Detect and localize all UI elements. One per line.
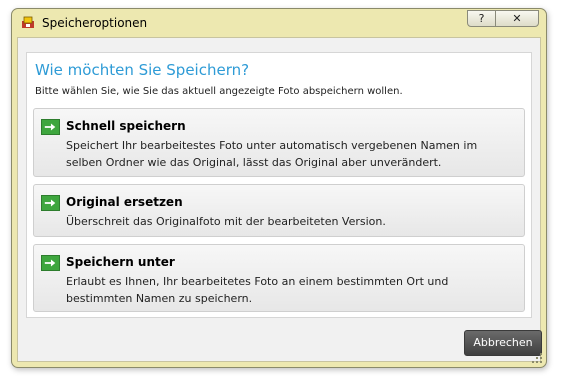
dialog-heading: Wie möchten Sie Speichern? (35, 61, 250, 79)
option-title: Original ersetzen (66, 195, 183, 209)
app-icon (22, 16, 34, 28)
option-save-as[interactable]: Speichern unter Erlaubt es Ihnen, Ihr be… (33, 244, 525, 312)
arrow-right-icon (41, 195, 60, 211)
help-icon: ? (478, 12, 485, 25)
option-description: Überschreit das Originalfoto mit der bea… (66, 215, 386, 228)
title-bar[interactable]: Speicheroptionen ? ✕ (12, 9, 546, 35)
resize-grip-icon[interactable] (531, 352, 543, 364)
close-button[interactable]: ✕ (495, 10, 539, 27)
option-replace-original[interactable]: Original ersetzen Überschreit das Origin… (33, 184, 525, 237)
window-title: Speicheroptionen (42, 16, 148, 30)
close-icon: ✕ (512, 12, 522, 25)
dialog-window: Speicheroptionen ? ✕ Wie möchten Sie Spe… (11, 8, 547, 368)
dialog-body: Wie möchten Sie Speichern? Bitte wählen … (17, 37, 542, 362)
arrow-right-icon (41, 255, 60, 271)
option-description: Speichert Ihr bearbeitestes Foto unter a… (66, 139, 478, 169)
option-title: Speichern unter (66, 255, 175, 269)
options-panel: Wie möchten Sie Speichern? Bitte wählen … (26, 52, 532, 318)
help-button[interactable]: ? (467, 10, 496, 27)
option-description: Erlaubt es Ihnen, Ihr bearbeitetes Foto … (66, 275, 449, 305)
dialog-subheading: Bitte wählen Sie, wie Sie das aktuell an… (35, 86, 403, 97)
option-quick-save[interactable]: Schnell speichern Speichert Ihr bearbeit… (33, 108, 525, 177)
option-title: Schnell speichern (66, 119, 186, 133)
arrow-right-icon (41, 119, 60, 135)
